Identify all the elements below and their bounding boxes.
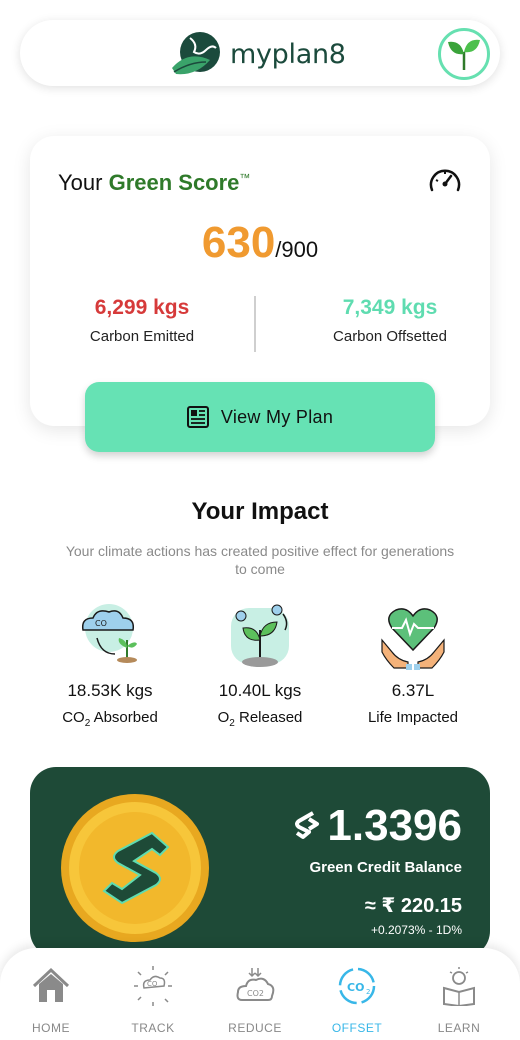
carbon-emitted-label: Carbon Emitted — [89, 328, 195, 345]
nav-learn[interactable]: LEARN — [414, 966, 504, 1035]
svg-text:CO: CO — [95, 619, 107, 628]
o2-label-main: O — [217, 709, 230, 726]
track-icon: CO — [134, 966, 172, 1006]
carbon-offsetted-label: Carbon Offsetted — [333, 328, 447, 345]
impact-subtitle: Your climate actions has created positiv… — [65, 543, 455, 577]
nav-home[interactable]: HOME — [6, 966, 96, 1035]
view-my-plan-label: View My Plan — [220, 406, 334, 427]
carbon-offsetted-value: 7,349 kgs — [342, 296, 438, 319]
reduce-icon: CO2 — [236, 968, 275, 1001]
green-credit-balance: 1.3396 — [295, 801, 462, 851]
view-my-plan-button[interactable]: View My Plan — [85, 382, 435, 452]
globe-leaf-icon — [172, 32, 220, 75]
trademark: ™ — [239, 172, 251, 185]
credit-change: +0.2073% - 1D% — [370, 923, 462, 937]
green-score-title: Your Green Score™ — [58, 170, 250, 196]
stat-divider — [254, 296, 256, 352]
nav-home-label: HOME — [32, 1021, 70, 1035]
life-label-main: Life Impacted — [367, 709, 459, 726]
nav-reduce-label: REDUCE — [228, 1021, 282, 1035]
life-impacted-label: Life Impacted — [333, 709, 493, 729]
green-credit-label: Green Credit Balance — [309, 859, 462, 876]
impact-life-impacted: 6.37L Life Impacted — [333, 600, 493, 729]
carbon-emitted-value: 6,299 kgs — [94, 296, 190, 319]
offset-icon: CO 2 — [338, 967, 376, 1005]
green-score-value: 630/900 — [30, 218, 490, 268]
score-max: /900 — [275, 237, 319, 262]
score-title-prefix: Your — [58, 170, 109, 195]
impact-co2-absorbed: CO 18.53K kgs CO2 Absorbed — [30, 600, 190, 729]
plant-oxygen-icon — [231, 604, 289, 667]
co2-label-rest: Absorbed — [90, 709, 158, 726]
svg-text:2: 2 — [366, 988, 370, 996]
green-credit-card[interactable]: 1.3396 Green Credit Balance ≈ ₹ 220.15 +… — [30, 767, 490, 957]
svg-text:CO2: CO2 — [247, 989, 264, 998]
o2-label-rest: Released — [234, 709, 303, 726]
home-icon — [32, 967, 70, 1002]
green-credit-symbol-icon — [295, 811, 320, 839]
co2-label-main: CO — [62, 709, 85, 726]
document-icon — [186, 406, 209, 428]
app-name: myplan8 — [230, 38, 346, 70]
app-logo[interactable]: myplan8 — [170, 30, 346, 78]
score-number: 630 — [201, 218, 276, 267]
nav-reduce[interactable]: CO2 REDUCE — [210, 966, 300, 1035]
nav-offset-label: OFFSET — [331, 1021, 383, 1035]
green-credit-coin-icon — [61, 794, 209, 942]
carbon-emitted-stat: 6,299 kgs Carbon Emitted — [42, 296, 242, 345]
co2-absorbed-label: CO2 Absorbed — [30, 709, 190, 729]
balance-number: 1.3396 — [327, 801, 462, 850]
bottom-navigation: HOME CO TRACK CO2 REDUCE CO 2 OFFSET LEA… — [0, 948, 520, 1040]
profile-avatar[interactable] — [438, 28, 490, 80]
heart-hands-icon — [381, 608, 445, 670]
co2-cloud-icon: CO — [81, 604, 137, 663]
rupee-value: ≈ ₹ 220.15 — [364, 895, 462, 917]
impact-o2-released: 10.40L kgs O2 Released — [180, 600, 340, 729]
o2-released-label: O2 Released — [180, 709, 340, 729]
svg-text:CO: CO — [347, 981, 364, 994]
carbon-offsetted-stat: 7,349 kgs Carbon Offsetted — [290, 296, 490, 345]
app-header: myplan8 — [20, 20, 500, 86]
impact-title: Your Impact — [191, 498, 329, 525]
sprout-icon — [448, 39, 480, 70]
svg-text:CO: CO — [147, 980, 158, 988]
nav-track-label: TRACK — [131, 1021, 175, 1035]
nav-offset[interactable]: CO 2 OFFSET — [312, 966, 402, 1035]
nav-track[interactable]: CO TRACK — [108, 966, 198, 1035]
life-impacted-value: 6.37L — [391, 681, 435, 700]
co2-absorbed-value: 18.53K kgs — [67, 681, 153, 700]
learn-icon — [443, 967, 475, 1008]
score-title-green: Green Score — [108, 170, 240, 195]
o2-released-value: 10.40L kgs — [218, 681, 302, 700]
nav-learn-label: LEARN — [437, 1021, 481, 1035]
speedometer-icon[interactable] — [428, 166, 462, 196]
